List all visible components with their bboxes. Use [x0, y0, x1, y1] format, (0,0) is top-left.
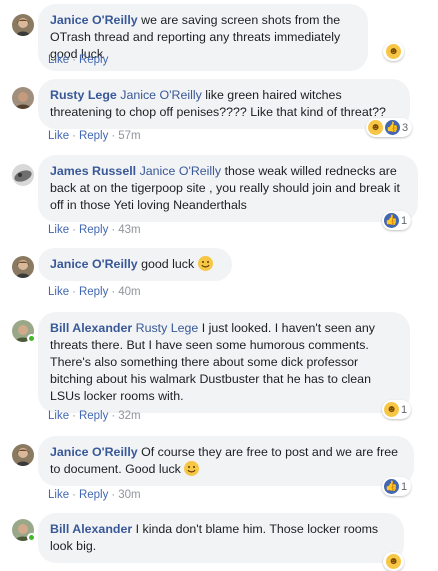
- reply-button[interactable]: Reply: [79, 224, 108, 236]
- comment-bubble: Bill Alexander Rusty Lege I just looked.…: [38, 312, 410, 413]
- comment-author[interactable]: Janice O'Reilly: [50, 13, 138, 27]
- like-button[interactable]: Like: [48, 54, 69, 66]
- comment-bubble: Janice O'Reilly good luck: [38, 248, 232, 281]
- online-status-icon: [27, 334, 36, 343]
- avatar[interactable]: [12, 14, 34, 36]
- comment-author[interactable]: Rusty Lege: [50, 88, 117, 102]
- like-icon: 👍: [384, 213, 399, 228]
- like-button[interactable]: Like: [48, 410, 69, 422]
- haha-icon: ☻: [384, 402, 399, 417]
- reaction-count: 1: [401, 480, 408, 493]
- online-status-icon: [27, 533, 36, 542]
- like-button[interactable]: Like: [48, 286, 69, 298]
- reaction-summary[interactable]: 👍 1: [382, 211, 412, 230]
- timestamp[interactable]: 43m: [118, 224, 140, 236]
- reply-button[interactable]: Reply: [79, 130, 108, 142]
- haha-icon: ☻: [386, 44, 401, 59]
- comment-author[interactable]: Bill Alexander: [50, 321, 132, 335]
- comment-actions: Like · Reply · 43m: [48, 224, 141, 236]
- avatar[interactable]: [12, 256, 34, 278]
- timestamp[interactable]: 40m: [118, 286, 140, 298]
- comment-actions: Like · Reply · 30m: [48, 489, 141, 501]
- avatar[interactable]: [12, 444, 34, 466]
- comment-author[interactable]: Janice O'Reilly: [50, 445, 138, 459]
- timestamp[interactable]: 30m: [118, 489, 140, 501]
- reaction-count: 1: [401, 403, 408, 416]
- reaction-summary[interactable]: ☻ 1: [382, 400, 412, 419]
- avatar[interactable]: [12, 164, 34, 186]
- reaction-count: 3: [402, 121, 409, 134]
- reaction-count: 1: [401, 214, 408, 227]
- comment-bubble: Janice O'Reilly Of course they are free …: [38, 436, 414, 486]
- comment-actions: Like · Reply: [48, 54, 109, 66]
- reply-button[interactable]: Reply: [79, 286, 108, 298]
- mention-link[interactable]: Janice O'Reilly: [120, 88, 202, 102]
- comment-bubble: Rusty Lege Janice O'Reilly like green ha…: [38, 79, 410, 129]
- reply-button[interactable]: Reply: [79, 54, 108, 66]
- smile-emoji-icon: [197, 256, 213, 271]
- comment-actions: Like · Reply · 40m: [48, 286, 141, 298]
- comment-author[interactable]: Bill Alexander: [50, 522, 132, 536]
- reply-button[interactable]: Reply: [79, 489, 108, 501]
- mention-link[interactable]: Janice O'Reilly: [140, 164, 222, 178]
- like-icon: 👍: [384, 479, 399, 494]
- comment-bubble: Bill Alexander I kinda don't blame him. …: [38, 513, 404, 563]
- reaction-summary[interactable]: 👍 1: [382, 477, 412, 496]
- comment-author[interactable]: James Russell: [50, 164, 136, 178]
- haha-icon: ☻: [386, 554, 401, 569]
- like-icon: 👍: [385, 120, 400, 135]
- like-button[interactable]: Like: [48, 489, 69, 501]
- comment-bubble: James Russell Janice O'Reilly those weak…: [38, 155, 418, 222]
- timestamp[interactable]: 57m: [118, 130, 140, 142]
- haha-icon: ☻: [368, 120, 383, 135]
- mention-link[interactable]: Rusty Lege: [136, 321, 199, 335]
- comment-actions: Like · Reply · 57m: [48, 130, 141, 142]
- timestamp[interactable]: 32m: [118, 410, 140, 422]
- like-button[interactable]: Like: [48, 224, 69, 236]
- comment-actions: Like · Reply · 32m: [48, 410, 141, 422]
- reply-button[interactable]: Reply: [79, 410, 108, 422]
- smile-emoji-icon: [184, 461, 200, 476]
- avatar[interactable]: [12, 87, 34, 109]
- comment-author[interactable]: Janice O'Reilly: [50, 257, 138, 271]
- reaction-summary[interactable]: ☻: [383, 42, 404, 61]
- comment-text: good luck: [141, 257, 195, 271]
- reaction-summary[interactable]: ☻: [383, 552, 404, 571]
- like-button[interactable]: Like: [48, 130, 69, 142]
- reaction-summary[interactable]: ☻ 👍 3: [366, 118, 413, 137]
